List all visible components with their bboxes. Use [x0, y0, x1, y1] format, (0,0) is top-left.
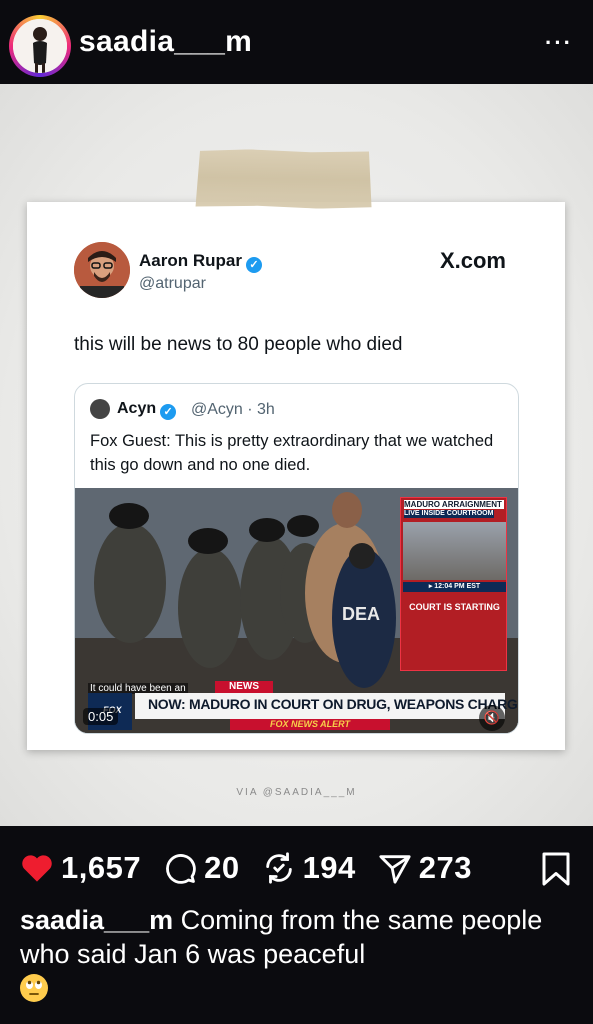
- quote-meta: @Acyn · 3h: [191, 401, 275, 418]
- tweet-author-name-text: Aaron Rupar: [139, 251, 242, 270]
- bookmark-icon[interactable]: [541, 851, 571, 887]
- avatar[interactable]: [13, 19, 67, 73]
- tweet-author-handle: @atrupar: [139, 275, 206, 292]
- repost-icon: [265, 852, 292, 884]
- tweet-author-name: Aaron Rupar ✓: [139, 251, 262, 273]
- caption-username[interactable]: saadia___m: [20, 905, 173, 935]
- share-button[interactable]: 273: [378, 850, 472, 886]
- inset-subtitle: LIVE INSIDE COURTROOM: [404, 510, 494, 518]
- quoted-tweet: Acyn ✓ @Acyn · 3h Fox Guest: This is pret…: [74, 383, 519, 734]
- eye-roll-emoji-icon: [20, 974, 48, 1002]
- tape-decoration: [196, 148, 373, 209]
- breaking-label: NEWS: [215, 681, 273, 693]
- lower-third: It could have been an NEWS NOW: MADURO I…: [75, 681, 519, 733]
- avatar-image: [13, 19, 67, 73]
- comment-icon: [166, 854, 196, 884]
- post-image[interactable]: Aaron Rupar ✓ @atrupar X.com this will be…: [0, 84, 593, 826]
- more-horizontal-icon[interactable]: ···: [545, 30, 573, 56]
- alert-bar: FOX NEWS ALERT: [230, 719, 390, 730]
- dea-vest-label: DEA: [342, 604, 380, 624]
- via-credit: VIA @SAADIA___M: [236, 787, 357, 798]
- inset-status: COURT IS STARTING: [409, 602, 500, 612]
- inset-photo: [403, 522, 506, 580]
- post-footer: 1,657 20 194 273 saadia___m Coming from …: [0, 826, 593, 1024]
- like-count: 1,657: [61, 850, 142, 885]
- chyron-headline: NOW: MADURO IN COURT ON DRUG, WEAPONS CH…: [148, 696, 519, 712]
- quote-author-name-text: Acyn: [117, 400, 157, 417]
- send-icon: [379, 855, 411, 884]
- quote-text: Fox Guest: This is pretty extraordinary …: [90, 432, 494, 474]
- post-caption: saadia___m Coming from the same people w…: [20, 903, 580, 1005]
- share-count: 273: [418, 850, 473, 885]
- post-header: saadia___m ···: [0, 0, 593, 84]
- video-thumbnail: DEA MADURO ARRAIGNMENT LIVE INSIDE COURT…: [75, 488, 519, 733]
- verified-badge-icon: ✓: [245, 257, 262, 273]
- tweet-author-avatar: [74, 242, 130, 298]
- heart-icon: [22, 855, 52, 882]
- inset-time: ▸ 12:04 PM EST: [403, 582, 506, 592]
- quote-author-name: Acyn ✓: [117, 400, 177, 420]
- source-label: X.com: [439, 248, 506, 273]
- video-timer: 0:05: [83, 708, 119, 725]
- comment-count: 20: [204, 850, 240, 885]
- comment-button[interactable]: 20: [163, 850, 239, 886]
- tweet-text: this will be news to 80 people who died: [74, 334, 403, 355]
- repost-count: 194: [302, 850, 356, 885]
- header-username[interactable]: saadia___m: [79, 25, 252, 59]
- verified-badge-icon: ✓: [160, 404, 177, 420]
- mute-icon[interactable]: 🔇: [479, 705, 505, 731]
- inset-title: MADURO ARRAIGNMENT: [404, 500, 504, 509]
- quote-author-avatar: [90, 399, 110, 419]
- tweet-card: Aaron Rupar ✓ @atrupar X.com this will be…: [27, 202, 565, 750]
- repost-button[interactable]: 194: [262, 850, 356, 886]
- like-button[interactable]: 1,657: [20, 850, 141, 886]
- story-ring[interactable]: [9, 15, 71, 77]
- action-bar: 1,657 20 194 273: [20, 846, 580, 890]
- inset-panel: MADURO ARRAIGNMENT LIVE INSIDE COURTROOM…: [400, 497, 507, 671]
